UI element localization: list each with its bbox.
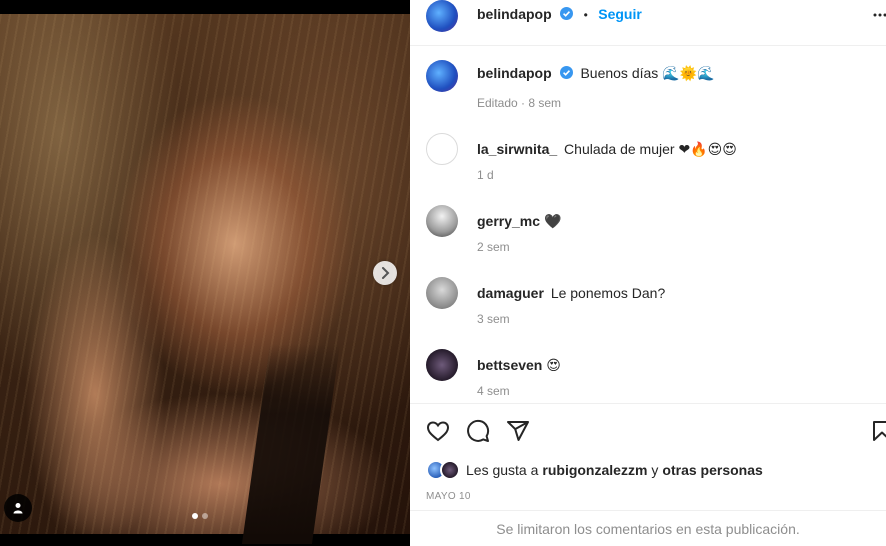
carousel-dot-1 [192, 513, 198, 519]
commenter-avatar[interactable] [426, 277, 458, 309]
likes-joiner: y [651, 462, 659, 478]
comment-text: damaguer Le ponemos Dan? [477, 285, 665, 302]
commenter-username[interactable]: la_sirwnita_ [477, 141, 557, 157]
comment-text: bettseven 😍 [477, 357, 561, 374]
carousel-dot-2 [202, 513, 208, 519]
more-options-glyph [873, 13, 886, 17]
action-bar [410, 403, 886, 457]
likes-prefix: Les gusta a [466, 462, 539, 478]
likes-user[interactable]: rubigonzalezzm [542, 462, 647, 478]
caption-author-avatar[interactable] [426, 60, 458, 92]
post-sidebar: belindapop • Seguir belindapop Buenos dí… [410, 0, 886, 546]
likes-others[interactable]: otras personas [662, 462, 762, 478]
comment-time: 1 d [477, 168, 494, 182]
comment-emoji: 🖤 [543, 214, 562, 230]
user-tags-button[interactable] [4, 494, 32, 522]
caption-username[interactable]: belindapop [477, 65, 552, 81]
comment-body: Chulada de mujer [564, 141, 675, 157]
header-separator: • [583, 8, 588, 22]
commenter-avatar[interactable] [426, 133, 458, 165]
bookmark-icon[interactable] [870, 419, 886, 443]
post-header: belindapop • Seguir [410, 0, 886, 46]
caption-text: belindapop Buenos días 🌊🌞🌊 [477, 65, 714, 82]
carousel-dots [192, 513, 208, 519]
liker-avatar[interactable] [440, 460, 460, 480]
heart-outline-icon[interactable] [426, 419, 450, 443]
post-photo[interactable] [0, 14, 410, 544]
commenter-username[interactable]: damaguer [477, 285, 544, 301]
commenter-avatar[interactable] [426, 205, 458, 237]
comment-text: la_sirwnita_ Chulada de mujer ❤🔥😍😍 [477, 141, 737, 158]
paper-plane-icon[interactable] [506, 419, 530, 443]
caption-body: Buenos días [580, 65, 659, 81]
verified-badge-icon [559, 66, 573, 79]
header-author: belindapop • Seguir [477, 6, 642, 24]
likes-summary: Les gusta a rubigonzalezzm y otras perso… [426, 459, 763, 481]
comment-time: 3 sem [477, 312, 510, 326]
comment-time: 2 sem [477, 240, 510, 254]
author-avatar[interactable] [426, 0, 458, 32]
comments-list[interactable]: belindapop Buenos días 🌊🌞🌊 Editado · 8 s… [410, 47, 886, 403]
commenter-username[interactable]: gerry_mc [477, 213, 540, 229]
more-options-icon[interactable] [872, 7, 886, 23]
author-username[interactable]: belindapop [477, 6, 552, 22]
post-date[interactable]: MAYO 10 [426, 491, 471, 502]
commenter-username[interactable]: bettseven [477, 357, 542, 373]
comment-time: 4 sem [477, 384, 510, 398]
user-tag-icon [13, 503, 23, 514]
comment-body: Le ponemos Dan? [550, 285, 666, 301]
commenter-avatar[interactable] [426, 349, 458, 381]
chevron-right-icon [382, 267, 390, 279]
photo-hair-texture [0, 14, 410, 534]
caption-meta: Editado · 8 sem [477, 96, 562, 110]
comment-emoji: 😍 [546, 358, 561, 374]
follow-button[interactable]: Seguir [598, 6, 642, 22]
comments-limited-notice: Se limitaron los comentarios en esta pub… [410, 510, 886, 546]
post-media [0, 0, 410, 546]
carousel-next-button[interactable] [373, 261, 397, 285]
verified-badge-icon [560, 7, 574, 20]
comment-emoji: ❤🔥😍😍 [678, 142, 737, 158]
speech-bubble-icon[interactable] [466, 419, 490, 443]
caption-emoji: 🌊🌞🌊 [662, 66, 715, 82]
comment-text: gerry_mc 🖤 [477, 213, 561, 230]
